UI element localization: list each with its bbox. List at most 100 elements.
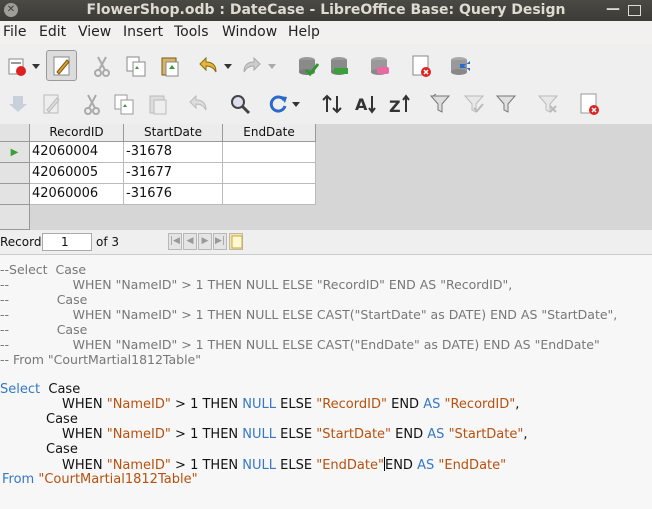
paste-icon[interactable] [146, 92, 170, 116]
libreoffice-base-window: ✕ FlowerShop.odb : DateCase - LibreOffic… [0, 0, 652, 509]
sort-icon[interactable] [320, 92, 344, 116]
row-header-new[interactable] [0, 205, 30, 230]
table-cell[interactable]: 42060005 [30, 163, 124, 184]
row-header-1[interactable]: ▶ [0, 142, 30, 163]
sql-keyword: AS [423, 397, 441, 412]
sql-comment-line: -- WHEN "NameID" > 1 THEN NULL ELSE "Rec… [0, 277, 513, 292]
sql-comment-line: -- Case [0, 322, 88, 337]
sql-editor[interactable]: --Select Case -- WHEN "NameID" > 1 THEN … [0, 254, 652, 509]
paste-icon[interactable] [158, 54, 182, 78]
clear-query-icon[interactable] [328, 54, 352, 78]
sql-string: "EndDate" [316, 458, 384, 473]
menu-window[interactable]: Window [222, 24, 277, 40]
table-cell[interactable]: 42060006 [30, 184, 124, 205]
apply-filter-icon[interactable] [462, 92, 486, 116]
query-result-grid: RecordID StartDate EndDate ▶ 42060004 -3… [0, 124, 652, 230]
maximize-window-button[interactable] [628, 5, 641, 16]
record-navigator: Record 1 of 3 |◀ ◀ ▶ ▶| [0, 230, 652, 254]
table-cell[interactable]: -31678 [124, 142, 223, 163]
record-number-input[interactable]: 1 [42, 233, 92, 251]
edit-data-icon[interactable] [40, 92, 64, 116]
undo-icon[interactable] [186, 92, 210, 116]
new-record-button[interactable] [229, 233, 243, 250]
design-view-icon[interactable] [368, 54, 392, 78]
grid-corner[interactable] [0, 124, 30, 142]
dropdown-arrow-icon[interactable] [222, 54, 234, 78]
new-document-icon[interactable] [6, 54, 30, 78]
sql-comma: , [515, 397, 520, 412]
column-header-startdate[interactable]: StartDate [124, 124, 223, 142]
sql-string: "NameID" [106, 458, 171, 473]
add-tables-icon[interactable] [410, 54, 434, 78]
sql-comma: , [523, 427, 528, 442]
redo-icon[interactable] [240, 54, 264, 78]
dropdown-arrow-icon[interactable] [290, 92, 302, 116]
sql-string: "StartDate" [316, 427, 392, 442]
sql-number: 1 [190, 458, 199, 473]
sql-keyword: Case [46, 442, 78, 457]
sql-comment-line: -- Case [0, 292, 88, 307]
menu-help[interactable]: Help [288, 24, 320, 40]
sql-keyword: WHEN [62, 458, 103, 473]
copy-icon[interactable] [124, 54, 148, 78]
sql-keyword: END [384, 458, 413, 473]
previous-record-button[interactable]: ◀ [183, 233, 197, 250]
autofilter-icon[interactable] [428, 92, 452, 116]
sql-keyword: WHEN [62, 397, 103, 412]
next-record-button[interactable]: ▶ [198, 233, 212, 250]
menu-tools[interactable]: Tools [174, 24, 209, 40]
table-cell[interactable] [223, 142, 316, 163]
record-label: Record [0, 235, 42, 249]
table-cell[interactable] [223, 184, 316, 205]
sql-line-select: Select Case [0, 382, 80, 397]
last-record-button[interactable]: ▶| [213, 233, 227, 250]
table-cell[interactable]: -31677 [124, 163, 223, 184]
sql-line-from: From "CourtMartial1812Table" [2, 472, 198, 487]
column-header-enddate[interactable]: EndDate [223, 124, 316, 142]
menu-view[interactable]: View [78, 24, 111, 40]
edit-mode-button[interactable] [46, 50, 77, 81]
sql-keyword: ELSE [280, 397, 313, 412]
menu-edit[interactable]: Edit [39, 24, 66, 40]
minimize-window-button[interactable]: — [606, 2, 620, 17]
sql-keyword: AS [427, 427, 445, 442]
sql-operator: > [175, 427, 186, 442]
sql-line-when-2: WHEN "NameID" > 1 THEN NULL ELSE "StartD… [62, 427, 528, 442]
table-cell[interactable] [223, 163, 316, 184]
menu-file[interactable]: File [3, 24, 26, 40]
column-header-recordid[interactable]: RecordID [30, 124, 124, 142]
first-record-button[interactable]: |◀ [168, 233, 182, 250]
sort-ascending-icon[interactable]: A [354, 92, 378, 116]
table-cell[interactable]: 42060004 [30, 142, 124, 163]
delete-record-icon[interactable] [578, 92, 602, 116]
window-title: FlowerShop.odb : DateCase - LibreOffice … [86, 2, 566, 18]
cut-icon[interactable] [90, 54, 114, 78]
undo-icon[interactable] [196, 54, 220, 78]
sql-keyword: END [395, 427, 424, 442]
save-record-icon[interactable] [6, 92, 30, 116]
record-count-label: of 3 [96, 235, 120, 249]
dropdown-arrow-icon[interactable] [30, 54, 42, 78]
sql-keyword: ELSE [280, 458, 313, 473]
sql-string: "EndDate" [438, 458, 507, 473]
row-header-2[interactable] [0, 163, 30, 184]
find-record-icon[interactable] [228, 92, 252, 116]
dropdown-arrow-icon[interactable] [266, 54, 278, 78]
run-query-icon[interactable] [296, 54, 320, 78]
sql-operator: > [175, 458, 186, 473]
table-cell[interactable]: -31676 [124, 184, 223, 205]
svg-text:Z: Z [389, 97, 401, 116]
sql-comment-line: --Select Case [0, 262, 87, 277]
menu-insert[interactable]: Insert [123, 24, 163, 40]
cut-icon[interactable] [80, 92, 104, 116]
reset-filter-icon[interactable] [536, 92, 560, 116]
sort-icon[interactable] [448, 54, 472, 78]
new-record-icon [231, 235, 243, 249]
svg-text:A: A [355, 95, 368, 114]
standard-toolbar [0, 44, 652, 87]
sort-descending-icon[interactable]: Z [388, 92, 412, 116]
standard-filter-icon[interactable] [494, 92, 518, 116]
copy-icon[interactable] [112, 92, 136, 116]
refresh-icon[interactable] [266, 92, 290, 116]
row-header-3[interactable] [0, 184, 30, 205]
